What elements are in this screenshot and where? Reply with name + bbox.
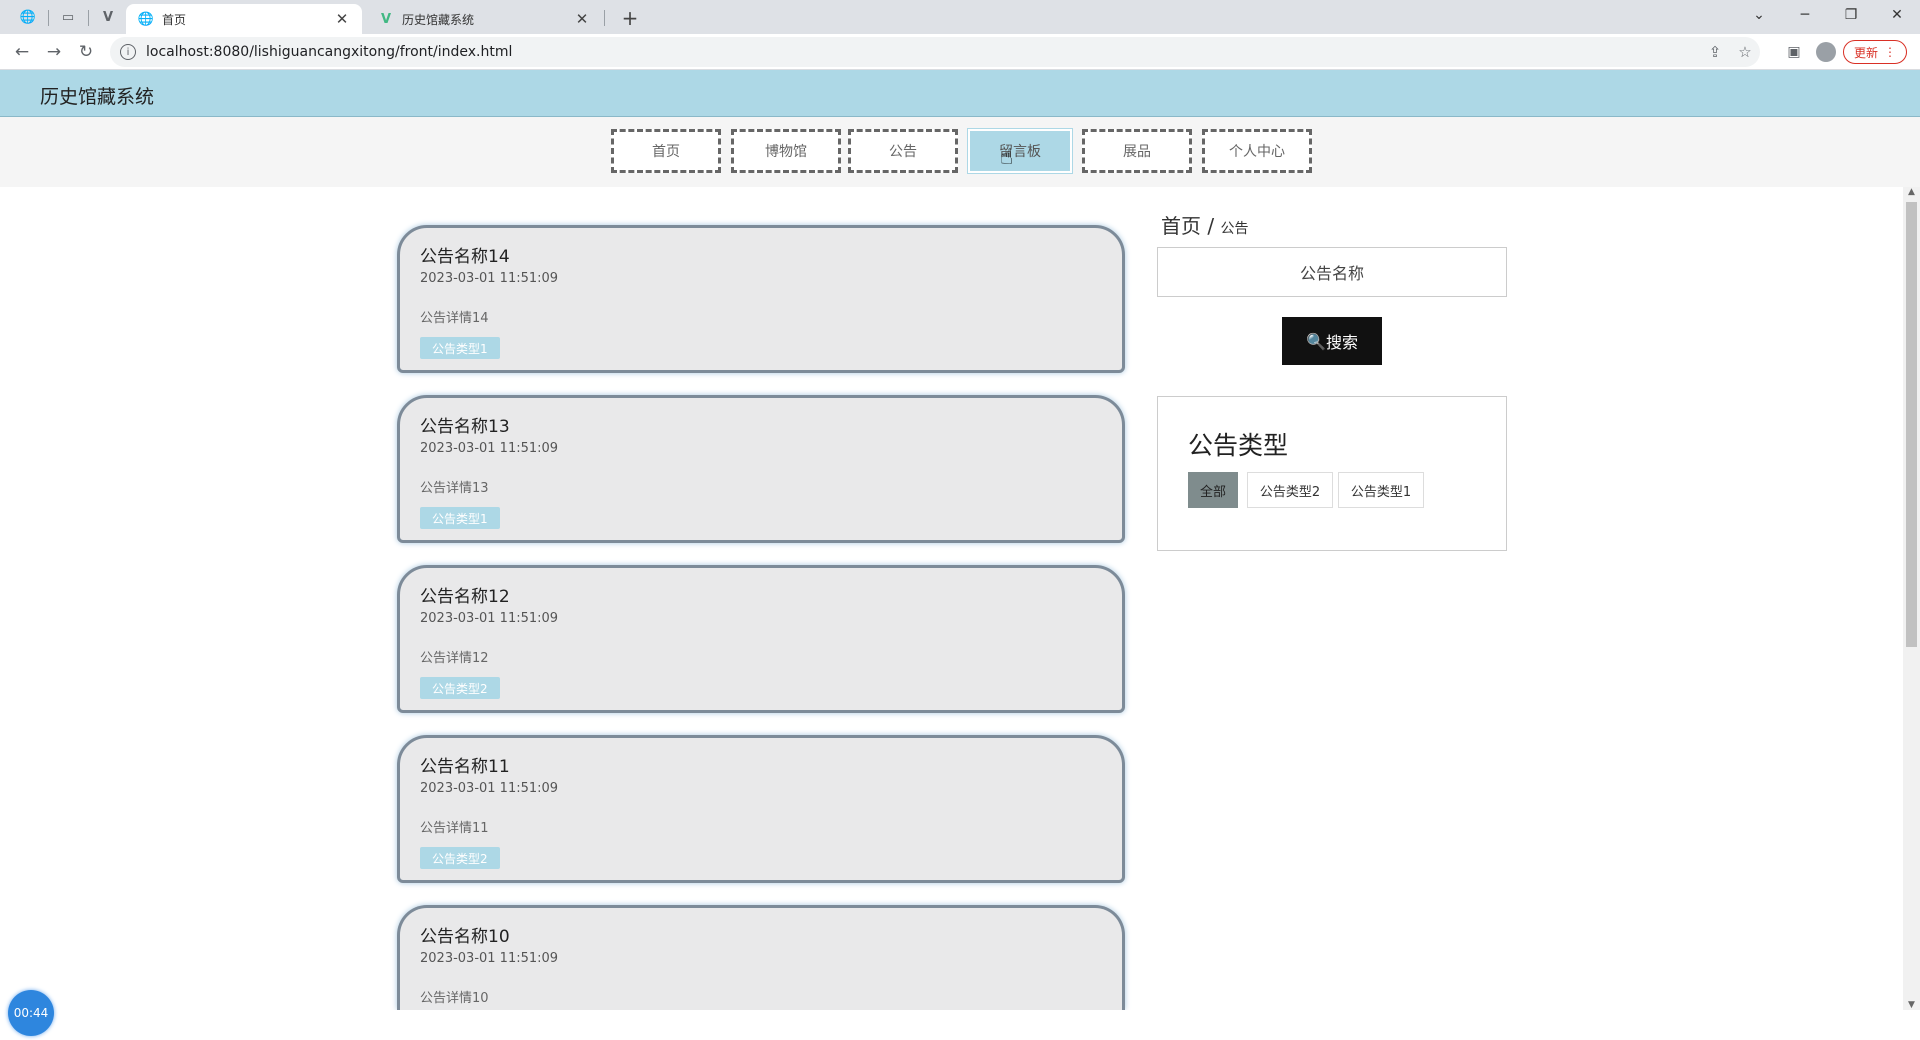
url-text[interactable]: localhost:8080/lishiguancangxitong/front… bbox=[146, 44, 1700, 60]
search-input[interactable]: 公告名称 bbox=[1157, 247, 1507, 297]
tab-search-chevron-icon[interactable]: ⌄ bbox=[1736, 0, 1782, 30]
address-bar[interactable]: i localhost:8080/lishiguancangxitong/fro… bbox=[110, 37, 1760, 67]
search-button[interactable]: 🔍 搜索 bbox=[1282, 317, 1382, 365]
notice-title: 公告名称12 bbox=[420, 587, 510, 607]
window-close-icon[interactable]: ✕ bbox=[1874, 0, 1920, 30]
notice-desc: 公告详情14 bbox=[420, 311, 489, 326]
notice-title: 公告名称10 bbox=[420, 927, 510, 947]
close-icon[interactable]: ✕ bbox=[334, 10, 350, 28]
nav-item-home[interactable]: 首页 bbox=[611, 129, 721, 173]
nav-item-notice[interactable]: 公告 bbox=[848, 129, 958, 173]
notice-type-tag: 公告类型1 bbox=[420, 507, 500, 529]
notice-time: 2023-03-01 11:51:09 bbox=[420, 441, 559, 456]
vue-logo-icon: V bbox=[380, 11, 392, 27]
notice-type-panel: 公告类型 全部 公告类型2 公告类型1 bbox=[1157, 396, 1507, 551]
notice-title: 公告名称14 bbox=[420, 247, 510, 267]
breadcrumb-current: 公告 bbox=[1220, 221, 1249, 237]
hand-cursor-icon: ☝ bbox=[1000, 145, 1014, 170]
notice-desc: 公告详情12 bbox=[420, 651, 489, 666]
notice-title: 公告名称11 bbox=[420, 757, 510, 777]
nav-item-message-board[interactable]: 留言板 bbox=[967, 128, 1073, 174]
globe-icon: 🌐 bbox=[19, 9, 37, 25]
type-panel-title: 公告类型 bbox=[1188, 431, 1289, 460]
tab-title: 首页 bbox=[162, 12, 187, 27]
notice-card[interactable]: 公告名称13 2023-03-01 11:51:09 公告详情13 公告类型1 bbox=[397, 395, 1125, 543]
type-filter-all[interactable]: 全部 bbox=[1188, 472, 1238, 508]
notice-desc: 公告详情13 bbox=[420, 481, 489, 496]
tab-title: 历史馆藏系统 bbox=[402, 12, 475, 27]
forward-arrow-icon[interactable]: → bbox=[40, 38, 68, 66]
viewport-bottom-edge bbox=[0, 1010, 1920, 1040]
notice-title: 公告名称13 bbox=[420, 417, 510, 437]
breadcrumb-separator: / bbox=[1207, 214, 1215, 238]
share-icon[interactable]: ⇪ bbox=[1700, 43, 1730, 61]
globe-icon: 🌐 bbox=[137, 11, 155, 27]
notice-type-tag: 公告类型2 bbox=[420, 677, 500, 699]
recording-timer: 00:44 bbox=[8, 990, 54, 1036]
pinned-tab-vue[interactable]: V bbox=[96, 0, 120, 34]
notice-time: 2023-03-01 11:51:09 bbox=[420, 611, 559, 626]
notice-desc: 公告详情10 bbox=[420, 991, 489, 1006]
nav-item-profile[interactable]: 个人中心 bbox=[1202, 129, 1312, 173]
main-nav: 首页 博物馆 公告 留言板 展品 个人中心 bbox=[0, 117, 1920, 187]
avatar bbox=[1816, 42, 1836, 62]
site-info-icon[interactable]: i bbox=[120, 44, 136, 60]
close-icon[interactable]: ✕ bbox=[574, 10, 590, 28]
kebab-menu-icon: ⋮ bbox=[1884, 45, 1896, 59]
scroll-thumb[interactable] bbox=[1906, 202, 1917, 647]
pinned-tab-blank[interactable]: ▭ bbox=[56, 0, 80, 34]
notice-desc: 公告详情11 bbox=[420, 821, 489, 836]
notice-time: 2023-03-01 11:51:09 bbox=[420, 271, 559, 286]
pinned-tab-globe[interactable]: 🌐 bbox=[16, 0, 40, 34]
notice-time: 2023-03-01 11:51:09 bbox=[420, 951, 559, 966]
type-filter-type2[interactable]: 公告类型2 bbox=[1247, 472, 1333, 508]
search-icon: 🔍 bbox=[1306, 331, 1326, 351]
notice-card[interactable]: 公告名称14 2023-03-01 11:51:09 公告详情14 公告类型1 bbox=[397, 225, 1125, 373]
update-button[interactable]: 更新 ⋮ bbox=[1843, 40, 1907, 64]
scroll-up-icon[interactable]: ▲ bbox=[1903, 187, 1920, 197]
side-panel-icon[interactable]: ▣ bbox=[1781, 40, 1807, 64]
site-header: 历史馆藏系统 bbox=[0, 70, 1920, 117]
bookmark-star-icon[interactable]: ☆ bbox=[1730, 43, 1760, 61]
browser-tab-strip: 🌐 ▭ V 🌐 首页 ✕ V 历史馆藏系统 ✕ + ⌄ ─ ❐ ✕ bbox=[0, 0, 1920, 34]
browser-tab-home[interactable]: 🌐 首页 ✕ bbox=[126, 4, 362, 34]
notice-type-tag: 公告类型1 bbox=[420, 337, 500, 359]
browser-toolbar: ← → ↻ i localhost:8080/lishiguancangxito… bbox=[0, 34, 1920, 70]
breadcrumb-home[interactable]: 首页 bbox=[1161, 214, 1201, 238]
notice-card[interactable]: 公告名称10 2023-03-01 11:51:09 公告详情10 bbox=[397, 905, 1125, 1010]
notice-card[interactable]: 公告名称12 2023-03-01 11:51:09 公告详情12 公告类型2 bbox=[397, 565, 1125, 713]
breadcrumb: 首页 / 公告 bbox=[1161, 210, 1248, 239]
browser-tab-system[interactable]: V 历史馆藏系统 ✕ bbox=[366, 4, 602, 34]
blank-page-icon: ▭ bbox=[61, 9, 75, 25]
page-scrollbar[interactable]: ▲ ▼ bbox=[1903, 187, 1920, 1010]
nav-item-exhibits[interactable]: 展品 bbox=[1082, 129, 1192, 173]
nav-item-museum[interactable]: 博物馆 bbox=[731, 129, 841, 173]
notice-time: 2023-03-01 11:51:09 bbox=[420, 781, 559, 796]
scroll-down-icon[interactable]: ▼ bbox=[1903, 1000, 1920, 1010]
back-arrow-icon[interactable]: ← bbox=[8, 38, 36, 66]
profile-avatar[interactable] bbox=[1813, 40, 1839, 64]
update-label: 更新 bbox=[1853, 45, 1878, 60]
notice-card[interactable]: 公告名称11 2023-03-01 11:51:09 公告详情11 公告类型2 bbox=[397, 735, 1125, 883]
site-title: 历史馆藏系统 bbox=[40, 86, 155, 108]
notice-type-tag: 公告类型2 bbox=[420, 847, 500, 869]
search-button-label: 搜索 bbox=[1325, 333, 1358, 352]
type-filter-type1[interactable]: 公告类型1 bbox=[1338, 472, 1424, 508]
vue-logo-icon: V bbox=[102, 9, 114, 25]
reload-icon[interactable]: ↻ bbox=[72, 38, 100, 66]
minimize-icon[interactable]: ─ bbox=[1782, 0, 1828, 30]
new-tab-button[interactable]: + bbox=[616, 4, 644, 32]
restore-icon[interactable]: ❐ bbox=[1828, 0, 1874, 30]
